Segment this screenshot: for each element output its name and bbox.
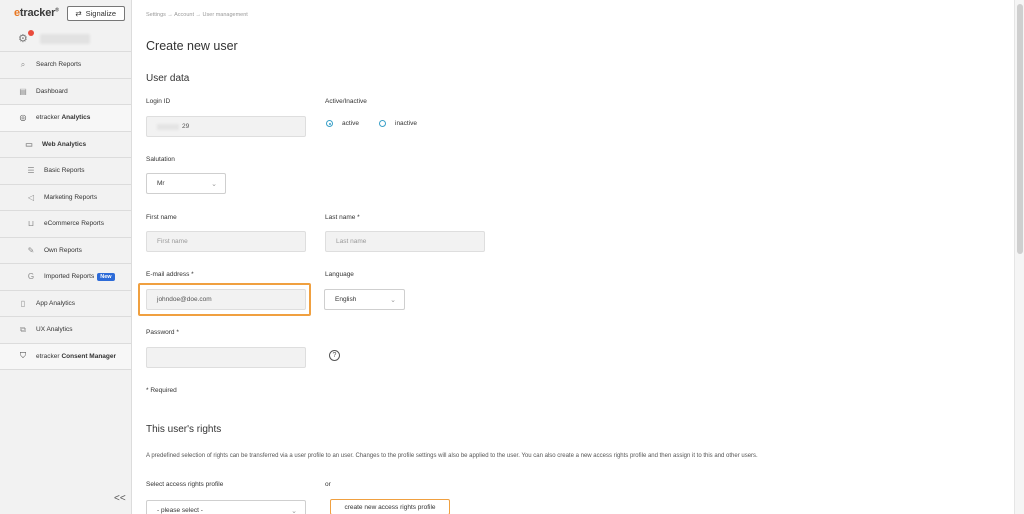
user-row[interactable]: ⚙	[0, 26, 131, 52]
nav-consent-manager[interactable]: ⛉ etracker Consent Manager	[0, 343, 131, 370]
login-id-label: Login ID	[146, 98, 171, 105]
cart-icon: ⊔	[27, 219, 35, 229]
ux-window-icon: ⧉	[20, 324, 26, 334]
nav-app-analytics[interactable]: ▯ App Analytics	[0, 291, 131, 317]
login-id-redacted	[157, 123, 179, 130]
new-badge: New	[97, 272, 115, 281]
browser-window-icon: ▭	[25, 139, 33, 149]
select-profile-label: Select access rights profile	[146, 481, 224, 488]
login-id-field: 29	[146, 116, 306, 137]
chevron-down-icon: ⌄	[291, 507, 297, 514]
last-name-label: Last name *	[325, 214, 360, 221]
language-label: Language	[325, 271, 354, 278]
radio-active[interactable]: active	[326, 120, 359, 127]
email-input[interactable]: johndoe@doe.com	[146, 289, 306, 310]
radio-inactive-indicator	[379, 120, 386, 127]
nav-marketing-reports[interactable]: ◁ Marketing Reports	[0, 184, 131, 211]
sidebar: etracker® ⇄ Signalize ⚙ ⌕ Search Reports…	[0, 0, 132, 514]
help-icon[interactable]: ?	[329, 350, 340, 361]
user-data-heading: User data	[146, 73, 190, 84]
collapse-sidebar-button[interactable]: <<	[114, 493, 126, 504]
nav-ux-analytics[interactable]: ⧉ UX Analytics	[0, 317, 131, 344]
pencil-icon: ✎	[27, 245, 35, 255]
chevron-down-icon: ⌄	[211, 180, 217, 188]
scrollbar-thumb[interactable]	[1017, 4, 1023, 254]
rights-heading: This user's rights	[146, 424, 222, 435]
or-label: or	[325, 481, 331, 488]
nav-basic-reports[interactable]: ☰ Basic Reports	[0, 158, 131, 185]
nav-search-reports[interactable]: ⌕ Search Reports	[0, 52, 131, 79]
gear-icon[interactable]: ⚙	[18, 29, 34, 45]
page-title: Create new user	[146, 39, 238, 53]
first-name-input[interactable]: First name	[146, 231, 306, 252]
rights-description: A predefined selection of rights can be …	[146, 453, 758, 459]
language-select[interactable]: English ⌄	[324, 289, 405, 310]
etracker-logo[interactable]: etracker®	[14, 7, 59, 19]
shield-icon: ⛉	[20, 351, 26, 361]
radio-inactive[interactable]: inactive	[379, 120, 417, 127]
signalize-button[interactable]: ⇄ Signalize	[66, 5, 125, 21]
active-inactive-label: Active/Inactive	[325, 98, 367, 105]
password-input[interactable]	[146, 347, 306, 368]
required-note: * Required	[146, 387, 177, 394]
nav-web-analytics[interactable]: ▭ Web Analytics	[0, 131, 131, 158]
password-label: Password *	[146, 329, 179, 336]
salutation-label: Salutation	[146, 156, 175, 163]
mobile-icon: ▯	[20, 298, 26, 308]
user-name-redacted	[40, 33, 90, 44]
database-icon: ☰	[27, 166, 35, 176]
nav-etracker-analytics[interactable]: ◎ etracker Analytics	[0, 105, 131, 132]
nav-own-reports[interactable]: ✎ Own Reports	[0, 237, 131, 264]
brand-row: etracker® ⇄ Signalize	[0, 0, 131, 26]
megaphone-icon: ◁	[27, 192, 35, 202]
dashboard-icon: ▤	[19, 86, 27, 96]
first-name-label: First name	[146, 214, 177, 221]
last-name-input[interactable]: Last name	[325, 231, 485, 252]
email-label: E-mail address *	[146, 271, 194, 278]
nav-ecommerce-reports[interactable]: ⊔ eCommerce Reports	[0, 211, 131, 238]
chevron-down-icon: ⌄	[390, 296, 396, 304]
swap-arrows-icon: ⇄	[75, 8, 82, 18]
nav-dashboard[interactable]: ▤ Dashboard	[0, 79, 131, 105]
nav-imported-reports[interactable]: G Imported Reports New	[0, 264, 131, 291]
notification-dot	[28, 29, 34, 36]
page-scrollbar[interactable]	[1014, 0, 1024, 514]
salutation-select[interactable]: Mr ⌄	[146, 173, 226, 194]
search-icon: ⌕	[20, 59, 26, 69]
breadcrumb: Settings → Account → User management	[146, 12, 248, 18]
fingerprint-icon: ◎	[19, 113, 27, 123]
access-profile-select[interactable]: - please select - ⌄	[146, 500, 306, 514]
main-content: Settings → Account → User management Cre…	[133, 0, 1013, 514]
create-access-profile-button[interactable]: create new access rights profile	[330, 499, 450, 514]
radio-active-indicator	[326, 120, 333, 127]
google-g-icon: G	[27, 272, 35, 282]
